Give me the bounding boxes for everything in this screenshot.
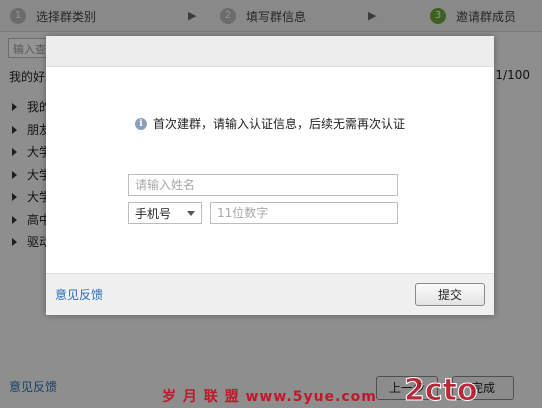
dialog-feedback-link[interactable]: 意见反馈	[55, 286, 103, 303]
dialog-body: i 首次建群，请输入认证信息，后续无需再次认证 手机号	[46, 67, 494, 273]
dialog-titlebar	[46, 36, 494, 67]
logo-text: 2cto	[404, 373, 478, 408]
contact-type-select[interactable]: 手机号	[128, 202, 202, 224]
info-icon: i	[134, 117, 147, 130]
contact-type-value: 手机号	[135, 206, 172, 221]
site-logo-watermark: 2cto	[404, 373, 479, 408]
verification-dialog: i 首次建群，请输入认证信息，后续无需再次认证 手机号 意见反馈 提交	[46, 36, 494, 315]
verification-notice: i 首次建群，请输入认证信息，后续无需再次认证	[46, 115, 494, 132]
notice-text: 首次建群，请输入认证信息，后续无需再次认证	[152, 117, 405, 131]
chevron-down-icon	[187, 210, 195, 216]
site-watermark: 岁 月 联 盟 www.5yue.com	[162, 389, 377, 405]
phone-number-input[interactable]	[210, 202, 398, 224]
submit-button[interactable]: 提交	[415, 283, 485, 306]
name-input[interactable]	[128, 174, 398, 196]
dialog-footer: 意见反馈 提交	[46, 273, 494, 315]
